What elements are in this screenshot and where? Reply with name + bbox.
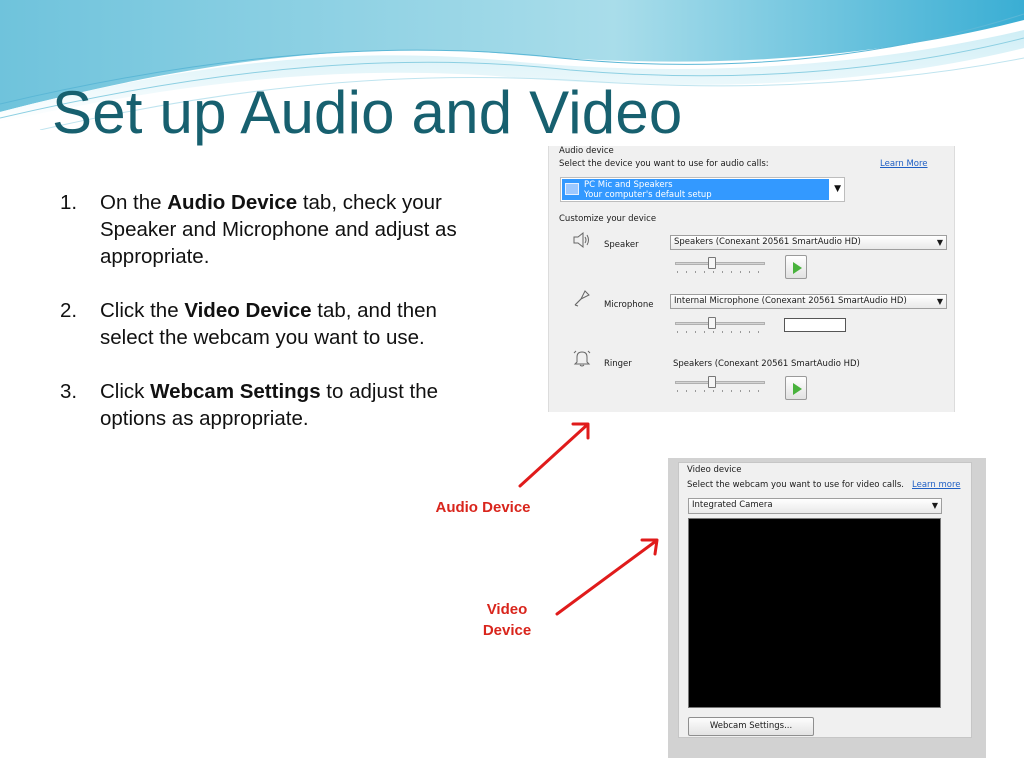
audio-device-callout: Audio Device <box>435 499 531 516</box>
chevron-down-icon: ▼ <box>936 238 943 247</box>
play-icon <box>793 262 802 274</box>
speaker-device-icon <box>565 183 579 195</box>
chevron-down-icon: ▼ <box>936 297 943 306</box>
speaker-volume-slider[interactable] <box>675 257 765 273</box>
chevron-down-icon: ▼ <box>931 501 938 510</box>
microphone-device-dropdown[interactable]: Internal Microphone (Conexant 20561 Smar… <box>670 294 947 309</box>
audio-device-panel: Audio device Select the device you want … <box>548 146 955 412</box>
speaker-icon <box>573 231 589 249</box>
audio-arrow-line <box>518 423 589 488</box>
video-device-panel: Video device Select the webcam you want … <box>678 462 972 738</box>
microphone-level-meter <box>784 318 846 332</box>
video-arrow-line <box>555 539 658 616</box>
audio-device-select[interactable]: PC Mic and Speakers Your computer's defa… <box>560 177 845 202</box>
slider-thumb[interactable] <box>707 317 716 329</box>
play-icon <box>793 383 802 395</box>
webcam-preview <box>688 518 941 708</box>
step-number: 3. <box>60 380 78 403</box>
slider-thumb[interactable] <box>707 376 716 388</box>
microphone-volume-slider[interactable] <box>675 317 765 333</box>
ringer-test-play-button[interactable] <box>785 376 807 400</box>
bell-icon <box>573 350 591 367</box>
chevron-down-icon: ▼ <box>834 184 841 194</box>
audio-prompt: Select the device you want to use for au… <box>559 159 769 169</box>
list-item: 2. Click the Video Device tab, and then … <box>60 297 480 351</box>
audio-group-label: Audio device <box>559 146 614 156</box>
audio-arrow-head <box>571 422 590 440</box>
list-item: 3. Click Webcam Settings to adjust the o… <box>60 378 480 432</box>
webcam-settings-button[interactable]: Webcam Settings... <box>688 717 814 736</box>
step-keyword: Audio Device <box>167 191 298 214</box>
speaker-device-dropdown[interactable]: Speakers (Conexant 20561 SmartAudio HD) … <box>670 235 947 250</box>
step-number: 1. <box>60 191 78 214</box>
step-text: Click the Video Device tab, and then sel… <box>100 299 437 349</box>
step-keyword: Webcam Settings <box>150 380 321 403</box>
learn-more-link[interactable]: Learn More <box>880 159 928 169</box>
step-keyword: Video Device <box>184 299 312 322</box>
speaker-label: Speaker <box>604 240 639 250</box>
video-arrow-head <box>640 538 659 556</box>
microphone-icon <box>574 290 590 307</box>
selected-audio-device: PC Mic and Speakers Your computer's defa… <box>562 179 829 200</box>
step-number: 2. <box>60 299 78 322</box>
instruction-list: 1. On the Audio Device tab, check your S… <box>60 189 480 459</box>
customize-label: Customize your device <box>559 214 657 224</box>
video-prompt: Select the webcam you want to use for vi… <box>687 480 904 490</box>
step-text: Click Webcam Settings to adjust the opti… <box>100 380 438 430</box>
list-item: 1. On the Audio Device tab, check your S… <box>60 189 480 270</box>
ringer-device-text: Speakers (Conexant 20561 SmartAudio HD) <box>673 359 860 369</box>
microphone-label: Microphone <box>604 300 654 310</box>
slider-thumb[interactable] <box>707 257 716 269</box>
speaker-test-play-button[interactable] <box>785 255 807 279</box>
step-text: On the Audio Device tab, check your Spea… <box>100 191 457 268</box>
ringer-volume-slider[interactable] <box>675 376 765 392</box>
learn-more-link[interactable]: Learn more <box>912 480 960 490</box>
webcam-dropdown[interactable]: Integrated Camera ▼ <box>688 498 942 514</box>
video-group-label: Video device <box>687 465 742 475</box>
page-title: Set up Audio and Video <box>52 79 683 146</box>
ringer-label: Ringer <box>604 359 632 369</box>
video-device-callout: Video Device <box>482 601 532 639</box>
